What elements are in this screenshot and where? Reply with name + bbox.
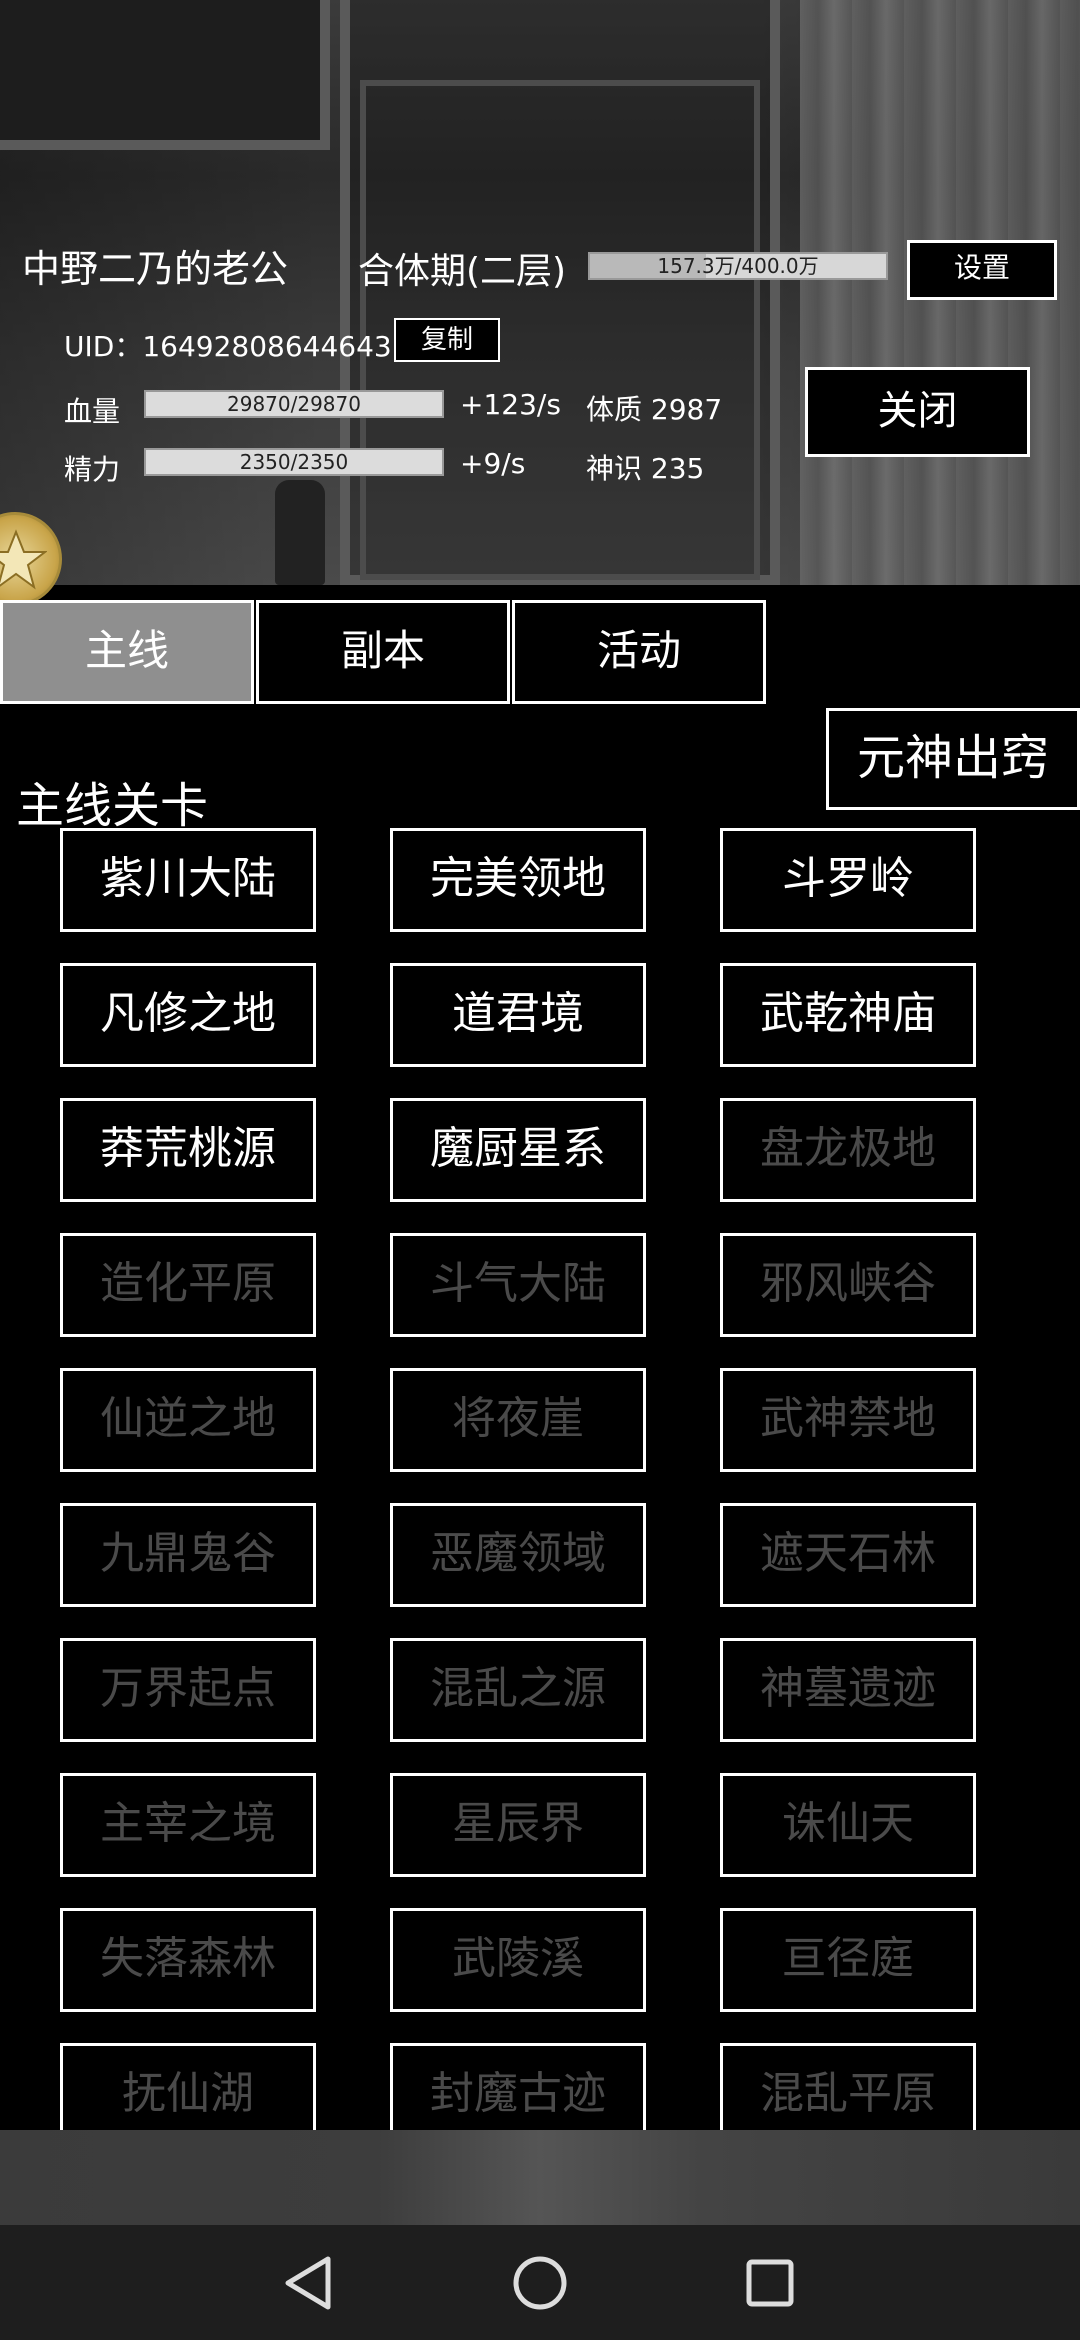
tab-main-story[interactable]: 主线 [0, 600, 254, 704]
stage-button[interactable]: 斗罗岭 [720, 828, 976, 932]
mp-label: 精力 [64, 453, 121, 486]
stage-button[interactable]: 斗气大陆 [390, 1233, 646, 1337]
stage-button[interactable]: 神墓遗迹 [720, 1638, 976, 1742]
hp-regen: +123/s [460, 388, 561, 421]
stage-button[interactable]: 混乱平原 [720, 2043, 976, 2130]
bottom-background-strip [0, 2130, 1080, 2225]
stage-button[interactable]: 盘龙极地 [720, 1098, 976, 1202]
exp-bar: 157.3万/400.0万 [588, 252, 888, 280]
tab-dungeon[interactable]: 副本 [256, 600, 510, 704]
hp-bar-text: 29870/29870 [227, 392, 361, 416]
soul-projection-button[interactable]: 元神出窍 [826, 708, 1080, 810]
stage-button[interactable]: 抚仙湖 [60, 2043, 316, 2130]
nav-home-button[interactable] [480, 2225, 600, 2340]
square-recent-icon [746, 2259, 794, 2307]
stage-panel: 元神出窍 主线关卡 紫川大陆 完美领地 斗罗岭凡修之地 道君境 武乾神庙莽荒桃源 魔厨星系… [0, 706, 1080, 2130]
stage-button[interactable]: 亘径庭 [720, 1908, 976, 2012]
hp-bar: 29870/29870 [144, 390, 444, 418]
stage-button[interactable]: 武陵溪 [390, 1908, 646, 2012]
stage-button[interactable]: 恶魔领域 [390, 1503, 646, 1607]
stage-button[interactable]: 道君境 [390, 963, 646, 1067]
stage-button[interactable]: 凡修之地 [60, 963, 316, 1067]
stage-button[interactable]: 失落森林 [60, 1908, 316, 2012]
stage-button[interactable]: 将夜崖 [390, 1368, 646, 1472]
tab-event[interactable]: 活动 [512, 600, 766, 704]
stage-button[interactable]: 诛仙天 [720, 1773, 976, 1877]
stage-button[interactable]: 武神禁地 [720, 1368, 976, 1472]
mp-bar-text: 2350/2350 [239, 450, 349, 474]
stage-button[interactable]: 仙逆之地 [60, 1368, 316, 1472]
background-bottle [275, 480, 325, 585]
exp-bar-text: 157.3万/400.0万 [657, 254, 819, 278]
cultivation-realm: 合体期(二层) [358, 251, 567, 292]
stage-button[interactable]: 主宰之境 [60, 1773, 316, 1877]
system-nav-bar [0, 2225, 1080, 2340]
uid-label: UID：16492808644643 [64, 330, 392, 363]
stage-button[interactable]: 造化平原 [60, 1233, 316, 1337]
circle-home-icon [513, 2256, 567, 2310]
section-title: 主线关卡 [16, 778, 209, 834]
settings-button[interactable]: 设置 [907, 240, 1057, 300]
stage-button[interactable]: 九鼎鬼谷 [60, 1503, 316, 1607]
triangle-back-icon [285, 2256, 331, 2310]
stage-button[interactable]: 混乱之源 [390, 1638, 646, 1742]
background-window-left [0, 0, 330, 150]
constitution-stat: 体质 2987 [586, 393, 723, 426]
divine-sense-stat: 神识 235 [586, 452, 705, 485]
copy-uid-button[interactable]: 复制 [394, 318, 500, 362]
mp-regen: +9/s [460, 447, 526, 480]
stage-button[interactable]: 莽荒桃源 [60, 1098, 316, 1202]
stage-button[interactable]: 魔厨星系 [390, 1098, 646, 1202]
close-button[interactable]: 关闭 [805, 367, 1030, 457]
stage-button[interactable]: 遮天石林 [720, 1503, 976, 1607]
stage-button[interactable]: 万界起点 [60, 1638, 316, 1742]
stage-button[interactable]: 武乾神庙 [720, 963, 976, 1067]
stage-button[interactable]: 完美领地 [390, 828, 646, 932]
tab-bar: 主线 副本 活动 [0, 600, 766, 704]
nav-recent-button[interactable] [710, 2225, 830, 2340]
stage-button[interactable]: 邪风峡谷 [720, 1233, 976, 1337]
hp-label: 血量 [64, 395, 121, 428]
star-icon [0, 529, 47, 590]
stage-button[interactable]: 星辰界 [390, 1773, 646, 1877]
stage-button[interactable]: 紫川大陆 [60, 828, 316, 932]
nav-back-button[interactable] [250, 2225, 370, 2340]
player-name: 中野二乃的老公 [22, 247, 289, 291]
mp-bar: 2350/2350 [144, 448, 444, 476]
stage-button[interactable]: 封魔古迹 [390, 2043, 646, 2130]
